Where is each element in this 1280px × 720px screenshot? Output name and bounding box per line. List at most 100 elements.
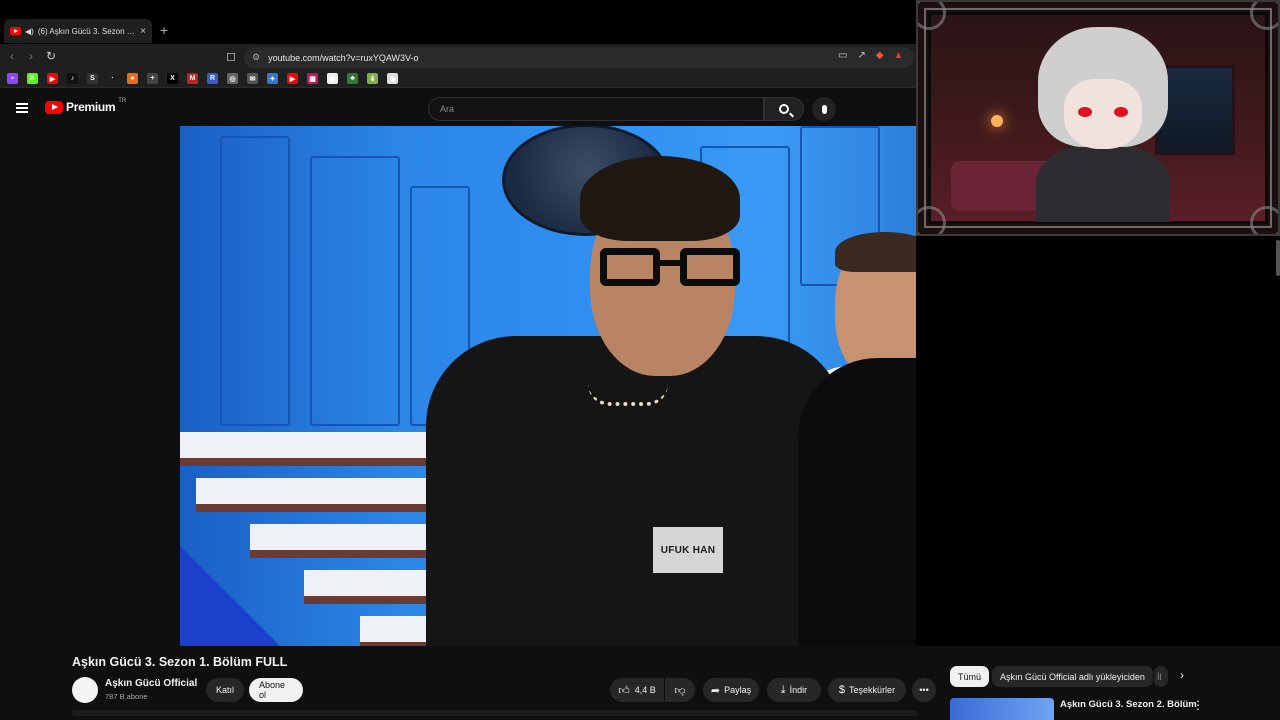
microphone-icon bbox=[821, 104, 827, 114]
share-label: Paylaş bbox=[724, 685, 752, 695]
join-button[interactable]: Katıl bbox=[206, 678, 244, 702]
subscribe-button[interactable]: Abone ol bbox=[249, 678, 303, 702]
wall-panel bbox=[220, 136, 290, 426]
like-button[interactable]: 👍︎ 4,4 B bbox=[610, 678, 664, 702]
voice-search-button[interactable] bbox=[812, 97, 836, 121]
avatar-face bbox=[1064, 79, 1142, 149]
wall-panel bbox=[310, 156, 400, 426]
more-actions-button[interactable]: ••• bbox=[912, 678, 936, 702]
description-box-edge bbox=[72, 710, 918, 716]
chevron-right-icon[interactable]: › bbox=[1180, 668, 1184, 682]
avatar-eye bbox=[1078, 107, 1092, 117]
thanks-button[interactable]: $ Teşekkürler bbox=[828, 678, 906, 702]
download-label: İndir bbox=[789, 685, 808, 695]
youtube2-icon[interactable]: ▶ bbox=[287, 73, 298, 84]
chart-icon[interactable]: ▦ bbox=[307, 73, 318, 84]
like-count: 4,4 B bbox=[634, 685, 656, 695]
stair-step bbox=[250, 524, 450, 558]
star4-icon[interactable]: ✦ bbox=[267, 73, 278, 84]
subscriber-count: 787 B abone bbox=[105, 692, 148, 701]
dots-icon[interactable]: · bbox=[107, 73, 118, 84]
site-settings-icon[interactable]: ⚙ bbox=[252, 52, 260, 63]
leaf-icon[interactable]: ♣ bbox=[347, 73, 358, 84]
new-tab-button[interactable]: + bbox=[160, 22, 168, 38]
download-icon: ⤓ bbox=[780, 683, 786, 696]
frame-corner-ornament bbox=[1250, 206, 1278, 234]
super-thanks-icon: $ bbox=[838, 684, 846, 696]
overlay-lamp bbox=[991, 115, 1003, 127]
mail-icon[interactable]: ✉ bbox=[247, 73, 258, 84]
toolbar-actions: ▭ ↗ ◆ ▲ bbox=[838, 50, 903, 61]
screen: ◀) (6) Aşkın Gücü 3. Sezon 1. Bölüm × + … bbox=[0, 0, 1280, 720]
forward-icon[interactable]: › bbox=[29, 49, 33, 63]
back-icon[interactable]: ‹ bbox=[10, 49, 14, 63]
speaker-icon[interactable]: ◀) bbox=[25, 27, 34, 36]
x-icon[interactable]: X bbox=[167, 73, 178, 84]
search-icon bbox=[779, 104, 789, 114]
search-input[interactable]: Ara bbox=[428, 97, 764, 121]
download-arrow-icon[interactable]: ⬇ bbox=[367, 73, 378, 84]
avatar-hoodie bbox=[1036, 142, 1170, 222]
recommended-title[interactable]: Aşkın Gücü 3. Sezon 2. Bölüm bbox=[1060, 699, 1197, 710]
twitch-icon[interactable]: ▪ bbox=[7, 73, 18, 84]
kick-icon[interactable]: K bbox=[27, 73, 38, 84]
streamer-avatar-overlay bbox=[916, 0, 1280, 236]
country-code: TR bbox=[118, 98, 127, 104]
tab-title: (6) Aşkın Gücü 3. Sezon 1. Bölüm bbox=[37, 26, 136, 36]
s-icon[interactable]: S bbox=[87, 73, 98, 84]
bookmark-icon[interactable]: ◻ bbox=[226, 49, 236, 63]
tab-close-icon[interactable]: × bbox=[140, 26, 146, 37]
brave-shield-icon[interactable]: ◆ bbox=[876, 50, 884, 61]
thumbs-up-icon: 👍︎ bbox=[618, 684, 630, 697]
person-back-turned bbox=[798, 358, 916, 646]
recommended-thumbnail[interactable] bbox=[950, 698, 1054, 720]
logo-text: Premium bbox=[66, 100, 116, 114]
rewards-icon[interactable]: ▲ bbox=[894, 50, 904, 61]
share-arrow-icon: ➦ bbox=[710, 684, 721, 697]
stair-step bbox=[304, 570, 444, 604]
menu-icon[interactable] bbox=[16, 103, 28, 113]
address-url: youtube.com/watch?v=ruxYQAW3V-o bbox=[268, 52, 419, 63]
video-player[interactable]: UFUK HAN bbox=[180, 126, 916, 646]
dislike-button[interactable]: 👎︎ bbox=[665, 678, 695, 702]
chip-from-uploader[interactable]: Aşkın Gücü Official adlı yükleyiciden bbox=[992, 666, 1153, 687]
gmail-icon[interactable]: M bbox=[187, 73, 198, 84]
globe-icon[interactable]: ◎ bbox=[227, 73, 238, 84]
reload-icon[interactable]: ↻ bbox=[46, 49, 56, 63]
download-button[interactable]: ⤓ İndir bbox=[767, 678, 821, 702]
diamond-icon[interactable]: ◆ bbox=[327, 73, 338, 84]
orange-icon[interactable]: ● bbox=[127, 73, 138, 84]
channel-name[interactable]: Aşkın Gücü Official bbox=[105, 678, 197, 689]
chip-related[interactable]: İl bbox=[1154, 666, 1168, 687]
circle-logo-icon[interactable]: ◉ bbox=[387, 73, 398, 84]
avatar-eye bbox=[1114, 107, 1128, 117]
address-bar[interactable]: ⚙ youtube.com/watch?v=ruxYQAW3V-o bbox=[244, 47, 914, 68]
cast-icon[interactable]: ▭ bbox=[838, 50, 847, 61]
channel-avatar[interactable] bbox=[72, 677, 98, 703]
browser-tab[interactable]: ◀) (6) Aşkın Gücü 3. Sezon 1. Bölüm × bbox=[4, 19, 152, 43]
glasses bbox=[600, 248, 742, 288]
anime-avatar bbox=[1028, 17, 1178, 222]
kebab-menu-icon[interactable]: ⋮ bbox=[1192, 698, 1204, 712]
youtube-logo[interactable]: Premium TR bbox=[45, 98, 127, 114]
nametag: UFUK HAN bbox=[653, 527, 723, 573]
search-button[interactable] bbox=[764, 97, 804, 121]
stage-corner bbox=[180, 546, 280, 646]
thanks-label: Teşekkürler bbox=[849, 685, 896, 695]
stair-step bbox=[180, 432, 435, 466]
youtube-icon[interactable]: ▶ bbox=[47, 73, 58, 84]
stair-step bbox=[196, 478, 446, 512]
youtube-favicon-icon bbox=[10, 27, 21, 35]
chip-all[interactable]: Tümü bbox=[950, 666, 990, 687]
person-main-jacket bbox=[426, 336, 846, 646]
r-icon[interactable]: R bbox=[207, 73, 218, 84]
youtube-play-icon bbox=[45, 100, 63, 114]
frame-corner-ornament bbox=[918, 206, 946, 234]
share-page-icon[interactable]: ↗ bbox=[857, 50, 865, 61]
puzzle-icon[interactable]: + bbox=[147, 73, 158, 84]
thumbs-down-icon: 👎︎ bbox=[674, 684, 686, 697]
person-main-hair bbox=[580, 156, 740, 241]
tiktok-icon[interactable]: ♪ bbox=[67, 73, 78, 84]
page-scrollbar[interactable] bbox=[1276, 240, 1280, 276]
share-button[interactable]: ➦ Paylaş bbox=[703, 678, 759, 702]
